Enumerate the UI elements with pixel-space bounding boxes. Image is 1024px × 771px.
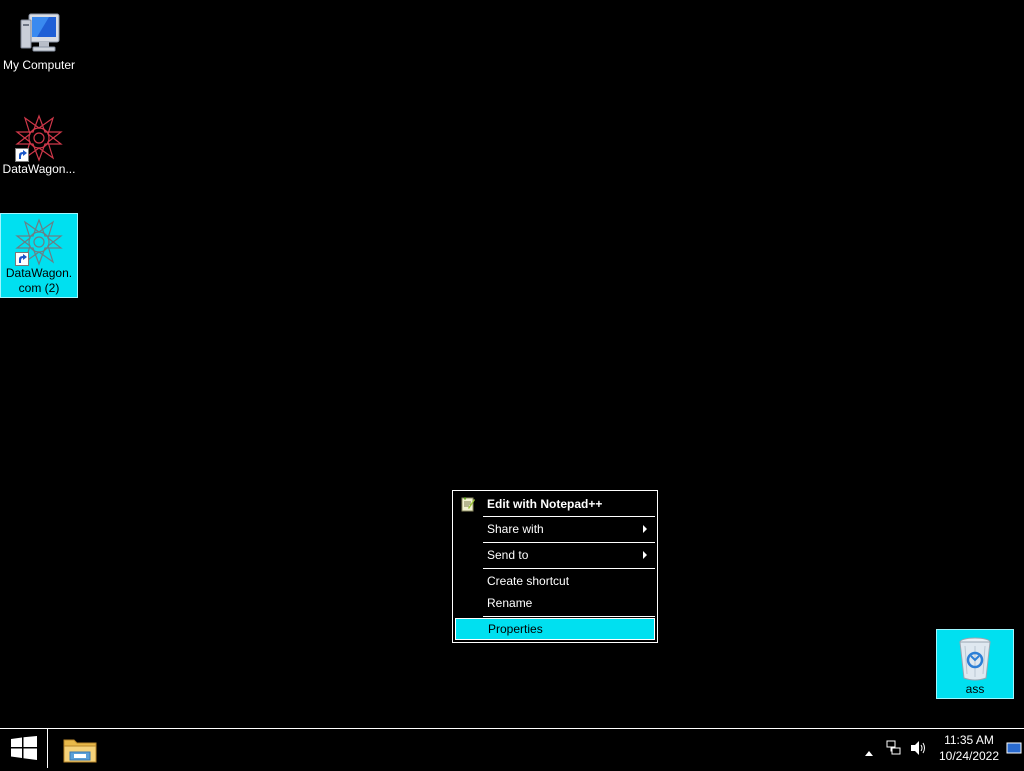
menu-item-properties[interactable]: Properties (455, 618, 655, 640)
clock-date: 10/24/2022 (938, 749, 1000, 763)
show-hidden-icons-chevron[interactable] (864, 744, 874, 762)
shortcut-arrow-icon (15, 252, 29, 266)
clock-time: 11:35 AM (944, 733, 994, 747)
menu-item-label: Create shortcut (487, 574, 570, 588)
menu-item-send-to[interactable]: Send to (455, 544, 655, 566)
datawagon-star-icon (15, 114, 63, 162)
menu-item-label: Properties (488, 622, 543, 636)
submenu-arrow-icon (643, 551, 647, 559)
context-menu: Edit with Notepad++ Share with Send to C… (452, 490, 658, 643)
desktop-icon-recycle-bin[interactable]: ass (936, 629, 1014, 699)
recycle-bin-icon (951, 634, 999, 682)
menu-separator (483, 542, 655, 543)
menu-item-label: Send to (487, 548, 529, 562)
menu-separator (483, 616, 655, 617)
desktop-icon-my-computer[interactable]: My Computer (0, 6, 78, 78)
desktop-icon-label: My Computer (2, 58, 76, 72)
menu-item-rename[interactable]: Rename (455, 592, 655, 614)
computer-icon (15, 10, 63, 58)
menu-item-share-with[interactable]: Share with (455, 518, 655, 540)
desktop-icon-datawagon[interactable]: DataWagon... (0, 110, 78, 182)
network-icon[interactable] (886, 740, 902, 761)
taskbar: 11:35 AM 10/24/2022 (0, 728, 1024, 768)
menu-item-label: Rename (487, 596, 533, 610)
desktop-icon-datawagon-2[interactable]: DataWagon.com (2) (0, 213, 78, 298)
taskbar-clock[interactable]: 11:35 AM 10/24/2022 (932, 732, 1006, 764)
volume-icon[interactable] (910, 740, 928, 761)
menu-item-label: Edit with Notepad++ (487, 497, 603, 511)
submenu-arrow-icon (643, 525, 647, 533)
desktop-icon-label: ass (965, 682, 985, 696)
show-desktop-icon[interactable] (1006, 740, 1022, 761)
notepadpp-icon (460, 496, 476, 512)
taskbar-file-explorer-button[interactable] (60, 732, 100, 766)
shortcut-arrow-icon (15, 148, 29, 162)
desktop[interactable]: My Computer DataWagon... DataWagon.com (… (0, 0, 1024, 728)
menu-separator (483, 568, 655, 569)
windows-logo-icon (11, 736, 37, 760)
datawagon-star-icon (15, 218, 63, 266)
folder-icon (63, 739, 97, 763)
desktop-icon-label: DataWagon.com (2) (5, 266, 73, 295)
menu-item-edit-with-notepadpp[interactable]: Edit with Notepad++ (455, 493, 655, 515)
desktop-icon-label: DataWagon... (2, 162, 76, 176)
start-button[interactable] (0, 729, 48, 768)
menu-item-create-shortcut[interactable]: Create shortcut (455, 570, 655, 592)
menu-separator (483, 516, 655, 517)
menu-item-label: Share with (487, 522, 544, 536)
